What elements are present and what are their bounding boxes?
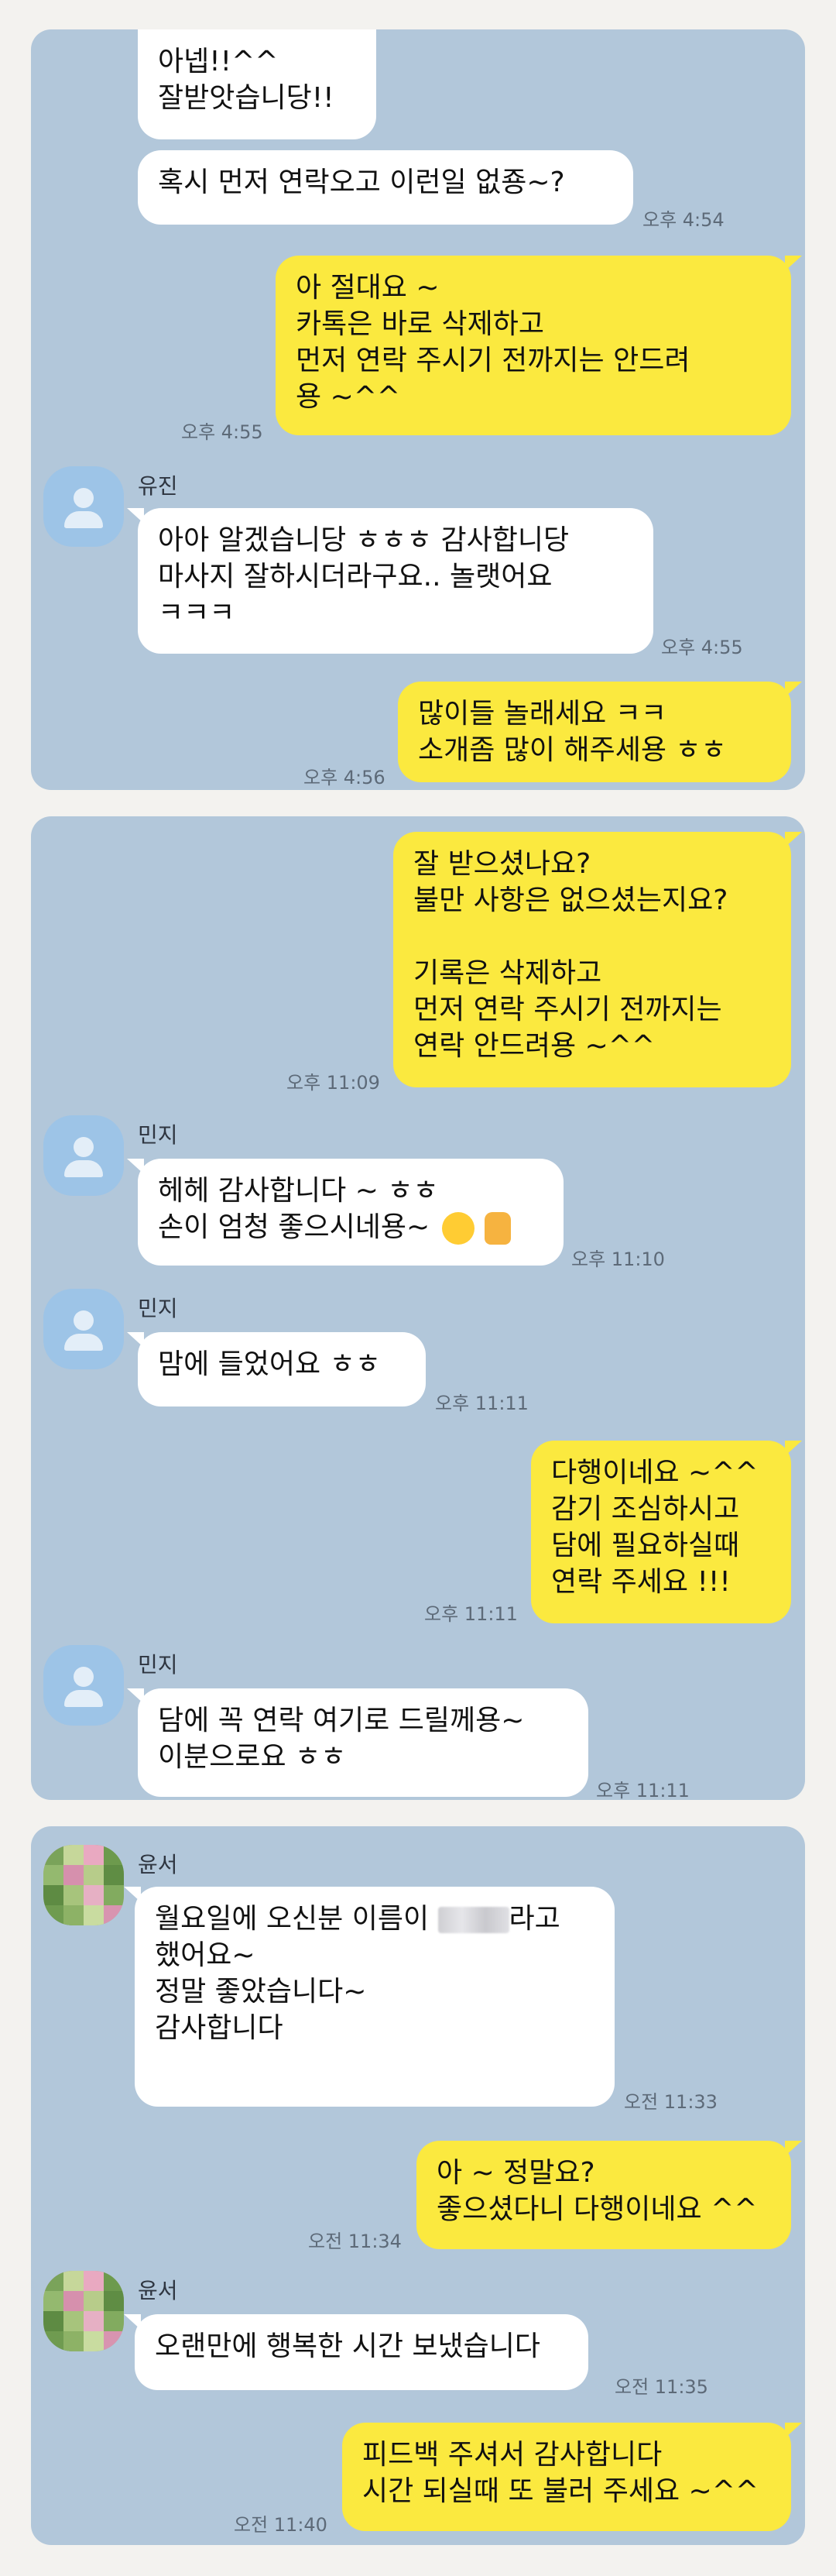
message-timestamp: 오후 11:11 xyxy=(424,1603,518,1625)
message-timestamp: 오전 11:40 xyxy=(234,2514,327,2536)
thumbs-up-icon xyxy=(485,1212,512,1245)
sender-name: 윤서 xyxy=(138,2278,178,2303)
received-message: 혹시 먼저 연락오고 이런일 없죵~? xyxy=(138,150,633,225)
message-timestamp: 오후 11:11 xyxy=(435,1393,529,1414)
profile-photo-mosaic-avatar[interactable] xyxy=(43,1845,124,1925)
chat-screenshot-1: 아넵!!^^ 잘받앗습니당!! 혹시 먼저 연락오고 이런일 없죵~? 오후 4… xyxy=(31,29,805,790)
sender-name: 민지 xyxy=(138,1296,178,1321)
sent-message: 다행이네요 ~^^ 감기 조심하시고 담에 필요하실때 연락 주세요 !!! xyxy=(531,1441,802,1623)
sender-name: 유진 xyxy=(138,473,178,499)
message-timestamp: 오후 4:56 xyxy=(303,767,385,788)
message-text: 했어요~ 정말 좋았습니다~ 감사합니다 xyxy=(155,1939,367,2044)
chat-screenshot-2: 잘 받으셨나요? 불만 사항은 없으셨는지요? 기록은 삭제하고 먼저 연락 주… xyxy=(31,816,805,1800)
sender-name: 민지 xyxy=(138,1122,178,1148)
sender-name: 민지 xyxy=(138,1652,178,1678)
sent-message: 많이들 놀래세요 ㅋㅋ 소개좀 많이 해주세용 ㅎㅎ xyxy=(398,682,802,782)
message-timestamp: 오후 4:54 xyxy=(642,209,725,231)
message-timestamp: 오후 11:09 xyxy=(286,1072,380,1094)
message-timestamp: 오후 11:10 xyxy=(571,1249,665,1270)
default-avatar-icon[interactable] xyxy=(43,466,124,547)
redacted-name-blur xyxy=(437,1907,509,1933)
default-avatar-icon[interactable] xyxy=(43,1115,124,1196)
person-silhouette-icon xyxy=(74,1667,94,1687)
winking-tongue-emoji-icon xyxy=(441,1212,475,1245)
received-message: 오랜만에 행복한 시간 보냈습니다 xyxy=(124,2314,588,2390)
message-timestamp: 오전 11:33 xyxy=(624,2091,718,2113)
message-line: 손이 엄청 좋으시네용~ xyxy=(158,1211,430,1243)
sent-message: 피드백 주셔서 감사합니다 시간 되실때 또 불러 주세요 ~^^ xyxy=(342,2423,802,2531)
message-timestamp: 오후 11:11 xyxy=(596,1780,690,1800)
message-line-with-emoji: 손이 엄청 좋으시네용~ xyxy=(158,1209,543,1245)
person-silhouette-icon xyxy=(74,1310,94,1331)
message-text: 라고 xyxy=(509,1903,560,1935)
received-message: 아아 알겠습니당 ㅎㅎㅎ 감사합니당 마사지 잘하시더라구요.. 놀랫어요 ㅋㅋ… xyxy=(127,508,653,654)
received-message: 맘에 들었어요 ㅎㅎ xyxy=(127,1332,426,1406)
message-timestamp: 오전 11:34 xyxy=(308,2231,402,2252)
person-silhouette-body xyxy=(64,1334,103,1351)
message-timestamp: 오후 4:55 xyxy=(181,421,263,443)
chat-screenshot-3: 윤서 월요일에 오신분 이름이 라고 했어요~ 정말 좋았습니다~ 감사합니다 … xyxy=(31,1826,805,2545)
profile-photo-mosaic-avatar[interactable] xyxy=(43,2271,124,2351)
received-message: 아넵!!^^ 잘받앗습니당!! xyxy=(138,29,376,139)
sent-message: 아 절대요 ~ 카톡은 바로 삭제하고 먼저 연락 주시기 전까지는 안드려 용… xyxy=(276,256,802,435)
person-silhouette-icon xyxy=(74,1137,94,1157)
default-avatar-icon[interactable] xyxy=(43,1645,124,1726)
sent-message: 아 ~ 정말요? 좋으셨다니 다행이네요 ^^ xyxy=(416,2141,802,2249)
received-message: 헤헤 감사합니다 ~ ㅎㅎ 손이 엄청 좋으시네용~ xyxy=(127,1159,564,1266)
message-timestamp: 오후 4:55 xyxy=(661,637,743,658)
person-silhouette-body xyxy=(64,1160,103,1177)
message-timestamp: 오전 11:35 xyxy=(615,2376,708,2398)
message-line-with-redacted-name: 월요일에 오신분 이름이 라고 xyxy=(155,1901,594,1937)
received-message: 담에 꼭 연락 여기로 드릴께용~ 이분으로요 ㅎㅎ xyxy=(127,1688,588,1797)
sent-message: 잘 받으셨나요? 불만 사항은 없으셨는지요? 기록은 삭제하고 먼저 연락 주… xyxy=(393,832,802,1087)
message-text: 월요일에 오신분 이름이 xyxy=(155,1903,430,1935)
person-silhouette-body xyxy=(64,1690,103,1707)
person-silhouette-body xyxy=(64,511,103,528)
person-silhouette-icon xyxy=(74,488,94,508)
message-line: 헤헤 감사합니다 ~ ㅎㅎ xyxy=(158,1175,439,1207)
received-message: 월요일에 오신분 이름이 라고 했어요~ 정말 좋았습니다~ 감사합니다 xyxy=(124,1887,615,2107)
default-avatar-icon[interactable] xyxy=(43,1289,124,1369)
sender-name: 윤서 xyxy=(138,1852,178,1877)
